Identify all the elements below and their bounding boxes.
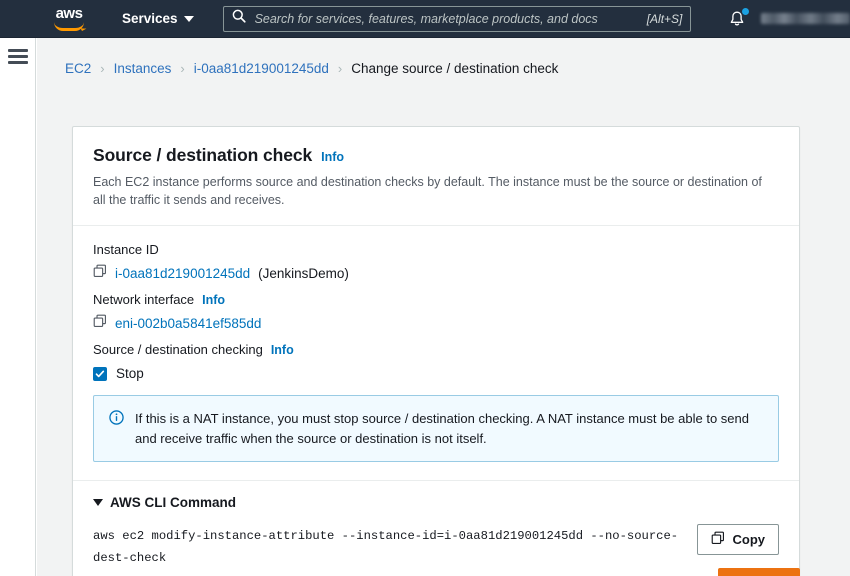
search-input[interactable] bbox=[253, 11, 640, 27]
title-info-link[interactable]: Info bbox=[321, 150, 344, 164]
source-destination-checking-label: Source / destination checking bbox=[93, 342, 263, 357]
form-actions: Cancel Save bbox=[72, 568, 800, 576]
hamburger-bar bbox=[8, 55, 28, 58]
notification-badge-dot bbox=[742, 8, 749, 15]
source-destination-check-card: Source / destination check Info Each EC2… bbox=[72, 126, 800, 576]
copy-command-button-label: Copy bbox=[733, 532, 766, 547]
copy-command-button[interactable]: Copy bbox=[697, 524, 780, 555]
instance-id-link[interactable]: i-0aa81d219001245dd bbox=[115, 266, 250, 281]
card-description: Each EC2 instance performs source and de… bbox=[93, 173, 773, 209]
save-button[interactable]: Save bbox=[718, 568, 800, 576]
breadcrumb-item-current: Change source / destination check bbox=[351, 61, 558, 76]
instance-id-label-row: Instance ID bbox=[93, 242, 779, 257]
cancel-button[interactable]: Cancel bbox=[647, 570, 699, 576]
aws-cli-command-title: AWS CLI Command bbox=[110, 495, 236, 510]
services-menu-label: Services bbox=[122, 11, 178, 26]
network-interface-label-row: Network interface Info bbox=[93, 292, 779, 307]
hamburger-bar bbox=[8, 49, 28, 52]
info-circle-icon bbox=[109, 409, 124, 430]
page-title: Source / destination check bbox=[93, 145, 312, 166]
global-search-bar[interactable]: [Alt+S] bbox=[223, 6, 692, 32]
card-header: Source / destination check Info Each EC2… bbox=[73, 127, 799, 225]
card-body: Instance ID i-0aa81d219001245dd (Jenkins… bbox=[73, 226, 799, 480]
breadcrumb-item-instances[interactable]: Instances bbox=[114, 61, 172, 76]
card-title-row: Source / destination check Info bbox=[93, 145, 779, 166]
aws-cli-command-text: aws ec2 modify-instance-attribute --inst… bbox=[93, 524, 683, 569]
search-shortcut-hint: [Alt+S] bbox=[647, 12, 683, 26]
copy-icon[interactable] bbox=[93, 264, 107, 283]
top-navigation-bar: aws Services [Alt+S] bbox=[0, 0, 850, 38]
breadcrumb-item-ec2[interactable]: EC2 bbox=[65, 61, 91, 76]
nat-instance-info-alert: If this is a NAT instance, you must stop… bbox=[93, 395, 779, 462]
network-interface-value-row: eni-002b0a5841ef585dd bbox=[93, 314, 779, 333]
hamburger-menu-icon[interactable] bbox=[8, 49, 28, 64]
aws-logo-smile bbox=[54, 22, 84, 31]
aws-cli-command-toggle[interactable]: AWS CLI Command bbox=[93, 495, 779, 510]
breadcrumb-separator-icon: › bbox=[338, 61, 342, 76]
nat-instance-alert-text: If this is a NAT instance, you must stop… bbox=[135, 409, 763, 448]
checkmark-icon bbox=[95, 369, 105, 379]
aws-logo-text: aws bbox=[56, 7, 83, 21]
copy-icon bbox=[711, 531, 725, 548]
chevron-down-icon bbox=[184, 16, 194, 22]
aws-cli-command-section: AWS CLI Command aws ec2 modify-instance-… bbox=[73, 481, 799, 576]
aws-cli-command-body: aws ec2 modify-instance-attribute --inst… bbox=[93, 524, 779, 569]
stop-checkbox-label[interactable]: Stop bbox=[116, 366, 144, 381]
breadcrumb-separator-icon: › bbox=[180, 61, 184, 76]
triangle-down-icon bbox=[93, 499, 103, 506]
instance-name-suffix: (JenkinsDemo) bbox=[258, 266, 349, 281]
breadcrumb-item-instance-id[interactable]: i-0aa81d219001245dd bbox=[194, 61, 329, 76]
account-menu-button[interactable] bbox=[761, 13, 850, 24]
breadcrumb-separator-icon: › bbox=[100, 61, 104, 76]
instance-id-label: Instance ID bbox=[93, 242, 159, 257]
network-interface-link[interactable]: eni-002b0a5841ef585dd bbox=[115, 316, 261, 331]
copy-icon[interactable] bbox=[93, 314, 107, 333]
instance-id-value-row: i-0aa81d219001245dd (JenkinsDemo) bbox=[93, 264, 779, 283]
source-destination-checking-info-link[interactable]: Info bbox=[271, 343, 294, 357]
source-destination-checking-label-row: Source / destination checking Info bbox=[93, 342, 779, 357]
stop-checkbox-row[interactable]: Stop bbox=[93, 366, 779, 381]
stop-checkbox[interactable] bbox=[93, 367, 107, 381]
network-interface-label: Network interface bbox=[93, 292, 194, 307]
network-interface-info-link[interactable]: Info bbox=[202, 293, 225, 307]
notifications-button[interactable] bbox=[727, 9, 747, 29]
services-menu-button[interactable]: Services bbox=[122, 11, 194, 26]
left-icon-rail bbox=[0, 38, 36, 576]
aws-logo[interactable]: aws bbox=[48, 4, 90, 34]
hamburger-bar bbox=[8, 61, 28, 64]
search-icon bbox=[232, 9, 246, 28]
breadcrumb: EC2 › Instances › i-0aa81d219001245dd › … bbox=[37, 38, 850, 76]
page-content: EC2 › Instances › i-0aa81d219001245dd › … bbox=[37, 38, 850, 576]
